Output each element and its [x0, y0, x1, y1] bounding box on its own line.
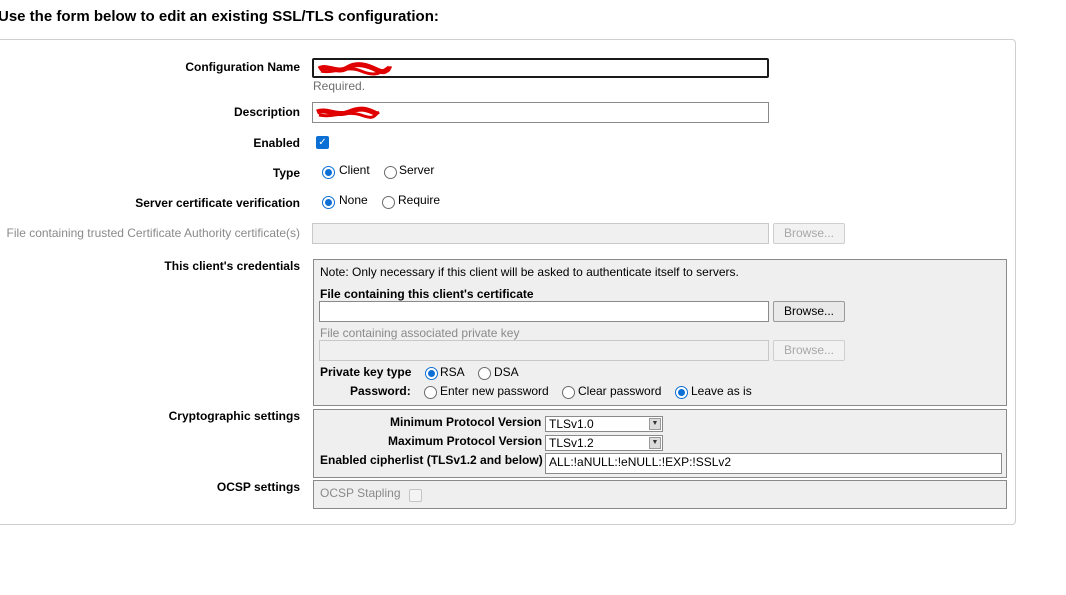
client-cert-input[interactable]	[319, 301, 769, 322]
password-clear-radio[interactable]	[562, 386, 575, 399]
ca-file-label: File containing trusted Certificate Auth…	[6, 226, 300, 240]
private-key-browse-button[interactable]: Browse...	[773, 340, 845, 361]
cipherlist-label: Enabled cipherlist (TLSv1.2 and below)	[320, 453, 543, 467]
server-cert-verification-label: Server certificate verification	[135, 196, 300, 210]
chevron-down-icon: ▼	[649, 418, 661, 430]
enabled-checkbox[interactable]: ✓	[316, 136, 329, 149]
credentials-note: Note: Only necessary if this client will…	[320, 265, 739, 279]
redaction-mark	[316, 106, 380, 119]
description-label: Description	[233, 105, 300, 119]
ca-file-browse-button[interactable]: Browse...	[773, 223, 845, 244]
config-name-hint: Required.	[313, 79, 366, 93]
min-protocol-label: Minimum Protocol Version	[390, 415, 542, 429]
password-clear-label: Clear password	[578, 384, 662, 398]
private-key-label: File containing associated private key	[320, 326, 520, 340]
verification-none-radio[interactable]	[322, 196, 335, 209]
type-label: Type	[272, 166, 300, 180]
page-heading: Use the form below to edit an existing S…	[0, 8, 439, 25]
verification-require-radio[interactable]	[382, 196, 395, 209]
credentials-label: This client's credentials	[164, 259, 300, 273]
key-type-rsa-radio[interactable]	[425, 367, 438, 380]
private-key-type-label: Private key type	[320, 365, 412, 379]
password-leave-label: Leave as is	[691, 384, 752, 398]
type-client-label: Client	[339, 163, 370, 177]
min-protocol-value: TLSv1.0	[549, 417, 594, 431]
verification-none-label: None	[339, 193, 368, 207]
type-server-label: Server	[399, 163, 435, 177]
ocsp-label: OCSP settings	[216, 480, 300, 494]
verification-require-label: Require	[398, 193, 441, 207]
enabled-label: Enabled	[253, 136, 300, 150]
max-protocol-label: Maximum Protocol Version	[388, 434, 543, 448]
client-cert-label: File containing this client's certificat…	[320, 287, 534, 301]
password-label: Password:	[350, 384, 411, 398]
type-client-radio[interactable]	[322, 166, 335, 179]
min-protocol-select[interactable]: TLSv1.0 ▼	[545, 416, 663, 432]
private-key-input[interactable]	[319, 340, 769, 361]
cipherlist-input[interactable]: ALL:!aNULL:!eNULL:!EXP:!SSLv2	[545, 453, 1002, 474]
password-leave-radio[interactable]	[675, 386, 688, 399]
max-protocol-value: TLSv1.2	[549, 436, 594, 450]
description-input[interactable]	[312, 102, 769, 123]
key-type-dsa-radio[interactable]	[478, 367, 491, 380]
config-name-input[interactable]	[312, 58, 769, 78]
max-protocol-select[interactable]: TLSv1.2 ▼	[545, 435, 663, 451]
config-name-label: Configuration Name	[185, 60, 300, 74]
password-enter-new-radio[interactable]	[424, 386, 437, 399]
redaction-mark	[317, 62, 393, 76]
ca-file-input[interactable]	[312, 223, 769, 244]
key-type-dsa-label: DSA	[494, 365, 519, 379]
crypto-label: Cryptographic settings	[168, 409, 300, 423]
client-cert-browse-button[interactable]: Browse...	[773, 301, 845, 322]
ocsp-stapling-label: OCSP Stapling	[320, 486, 401, 500]
key-type-rsa-label: RSA	[440, 365, 465, 379]
password-enter-new-label: Enter new password	[440, 384, 549, 398]
chevron-down-icon: ▼	[649, 437, 661, 449]
type-server-radio[interactable]	[384, 166, 397, 179]
ocsp-stapling-checkbox[interactable]	[409, 489, 422, 502]
